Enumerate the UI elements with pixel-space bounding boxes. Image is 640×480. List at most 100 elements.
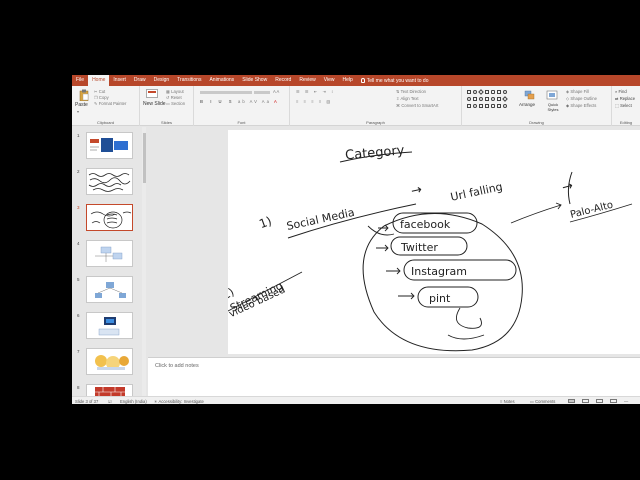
- font-spacing-case-icons[interactable]: ab AV Aa: [238, 99, 271, 104]
- thumbnails-scrollbar-thumb[interactable]: [142, 133, 146, 183]
- paragraph-group: ☰ ☰ ⇤ ⇥ ↕ ≡ ≡ ≡ ≡ ▥ ⇅ Text Direction ⇳ A…: [290, 86, 462, 126]
- shape-effects-button[interactable]: ◆ Shape Effects: [566, 103, 596, 108]
- slide-thumbnail-8[interactable]: [86, 384, 133, 396]
- replace-button[interactable]: ⇄ Replace: [615, 96, 635, 101]
- url-falling-ink: Url falling: [449, 180, 503, 204]
- thumbnail-4-preview: [95, 246, 123, 262]
- tab-home[interactable]: Home: [88, 75, 110, 86]
- quick-styles-button[interactable]: Quick Styles: [542, 102, 564, 112]
- slide-thumbnail-5[interactable]: [86, 276, 133, 303]
- accessibility-status[interactable]: ✳ Accessibility: Investigate: [154, 399, 204, 404]
- font-color-icon[interactable]: A: [274, 99, 277, 104]
- alignment-buttons[interactable]: ≡ ≡ ≡ ≡ ▥: [296, 99, 332, 104]
- thumbnail-1-preview: [90, 138, 128, 152]
- slide-number-2: 2: [77, 169, 80, 174]
- format-painter-button[interactable]: ✎ Format Painter: [94, 101, 126, 106]
- reset-button[interactable]: ↺ Reset: [166, 95, 182, 100]
- shape-fill-button[interactable]: ◈ Shape Fill: [566, 89, 589, 94]
- copy-button[interactable]: ❐ Copy: [94, 95, 109, 100]
- slide-number-8: 8: [77, 385, 80, 390]
- social-media-ink: Social Media: [285, 206, 355, 233]
- zoom-slider[interactable]: —: [624, 399, 628, 404]
- tab-animations[interactable]: Animations: [205, 75, 238, 86]
- tab-view[interactable]: View: [320, 75, 339, 86]
- paste-button[interactable]: Paste: [75, 102, 88, 108]
- tab-insert[interactable]: Insert: [109, 75, 130, 86]
- font-size-box[interactable]: [254, 91, 270, 94]
- thumbnails-scrollbar[interactable]: [142, 127, 146, 396]
- font-grow-shrink-icon[interactable]: A A: [273, 89, 279, 94]
- pint-ink: pint: [429, 292, 451, 305]
- circle-tail: [367, 225, 395, 236]
- slide-number-1: 1: [77, 133, 80, 138]
- tab-file[interactable]: File: [72, 75, 88, 86]
- find-button[interactable]: ⌕ Find: [615, 89, 627, 94]
- slide-sorter-icon[interactable]: [582, 398, 589, 403]
- normal-view-icon[interactable]: [568, 398, 575, 403]
- slide-thumbnail-4[interactable]: [86, 240, 133, 267]
- layout-button[interactable]: ▦ Layout: [166, 89, 184, 94]
- slide-number-7: 7: [77, 349, 80, 354]
- paste-dropdown-icon[interactable]: ▾: [77, 109, 79, 114]
- slide-thumbnail-1[interactable]: [86, 132, 133, 159]
- paragraph-label: Paragraph: [366, 120, 385, 125]
- slide-canvas[interactable]: Category 1) Social Media → Url falling →…: [228, 130, 640, 354]
- slide-number-5: 5: [77, 277, 80, 282]
- thumbnail-6-preview: [98, 317, 120, 336]
- slide-thumbnails-pane[interactable]: 1 2 3 4 5 6 7 8: [72, 127, 146, 396]
- slide-thumbnail-6[interactable]: [86, 312, 133, 339]
- font-group: A A B I U S ab AV Aa A Font: [194, 86, 290, 126]
- arrow-to-twitter: [376, 244, 389, 252]
- bottom-curl: [455, 307, 482, 329]
- select-button[interactable]: ⬚ Select: [615, 103, 632, 108]
- smartart-button[interactable]: ⌘ Convert to SmartArt: [396, 103, 438, 108]
- text-direction-button[interactable]: ⇅ Text Direction: [396, 89, 426, 94]
- language-indicator[interactable]: English (India): [120, 399, 147, 404]
- tab-draw[interactable]: Draw: [130, 75, 150, 86]
- thumbnail-5-preview: [95, 282, 126, 298]
- thumbnail-3-preview: [90, 211, 132, 229]
- arrow-to-instagram: [386, 267, 401, 275]
- tell-me-box[interactable]: Tell me what you want to do: [360, 77, 429, 84]
- platforms-circle: [362, 213, 523, 352]
- editing-label: Editing: [619, 120, 633, 125]
- tab-review[interactable]: Review: [295, 75, 319, 86]
- slides-group: New Slide ▦ Layout ↺ Reset ▭ Section Sli…: [140, 86, 194, 126]
- twitter-ink: Twitter: [400, 241, 438, 254]
- tab-design[interactable]: Design: [150, 75, 174, 86]
- align-text-button[interactable]: ⇳ Align Text: [396, 96, 419, 101]
- ink-drawing: Category 1) Social Media → Url falling →…: [228, 143, 633, 352]
- tab-transitions[interactable]: Transitions: [173, 75, 205, 86]
- tab-slide-show[interactable]: Slide Show: [238, 75, 271, 86]
- cut-button[interactable]: ✂ Cut: [94, 89, 105, 94]
- spellcheck-icon[interactable]: ☑: [108, 399, 112, 404]
- font-name-box[interactable]: [200, 91, 252, 94]
- powerpoint-window: File Home Insert Draw Design Transitions…: [72, 75, 640, 404]
- comments-button[interactable]: ▭ Comments: [530, 399, 555, 404]
- slide-show-icon[interactable]: [610, 398, 617, 403]
- facebook-ink: facebook: [400, 218, 451, 231]
- slide-thumbnail-3[interactable]: [86, 204, 133, 231]
- new-slide-icon: [146, 89, 158, 98]
- font-style-buttons[interactable]: B I U S: [200, 99, 235, 104]
- tell-me-text: Tell me what you want to do: [366, 77, 429, 84]
- thumbnail-8-preview: [95, 387, 125, 396]
- arrange-button[interactable]: Arrange: [519, 102, 535, 107]
- notes-button[interactable]: ≡ Notes: [500, 399, 515, 404]
- section-button[interactable]: ▭ Section: [166, 101, 185, 106]
- arrange-icon: [524, 90, 535, 100]
- slide-thumbnail-7[interactable]: [86, 348, 133, 375]
- tab-help[interactable]: Help: [338, 75, 356, 86]
- reading-view-icon[interactable]: [596, 398, 603, 403]
- arrow-to-pint: [398, 292, 415, 300]
- shape-outline-button[interactable]: ◇ Shape Outline: [566, 96, 597, 101]
- list-buttons[interactable]: ☰ ☰ ⇤ ⇥ ↕: [296, 89, 335, 94]
- arrow-circle-to-palo-alto: [510, 202, 562, 224]
- drawing-group: Arrange Quick Styles ◈ Shape Fill ◇ Shap…: [462, 86, 612, 126]
- new-slide-button[interactable]: New Slide: [143, 101, 166, 107]
- slide-thumbnail-2[interactable]: [86, 168, 133, 195]
- notes-pane[interactable]: Click to add notes: [148, 357, 640, 396]
- bottom-stroke: [447, 334, 485, 340]
- tab-record[interactable]: Record: [271, 75, 295, 86]
- paste-icon: [79, 89, 89, 101]
